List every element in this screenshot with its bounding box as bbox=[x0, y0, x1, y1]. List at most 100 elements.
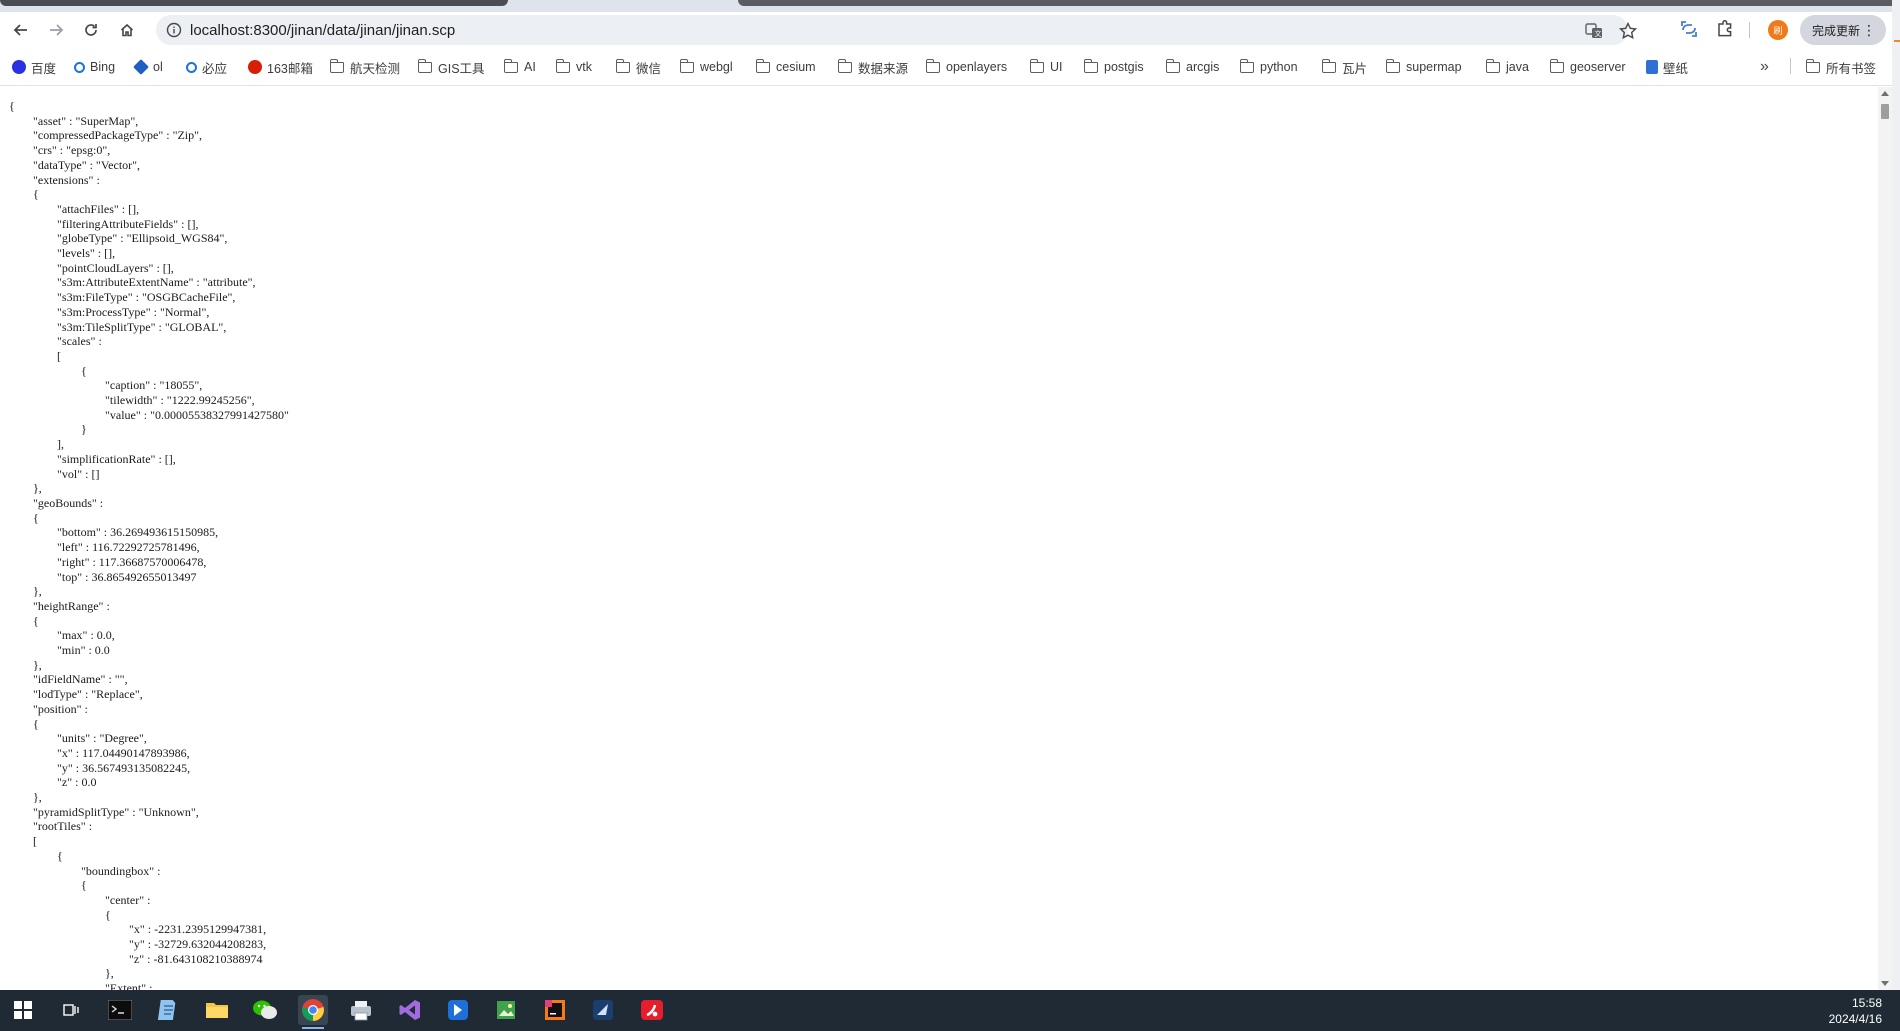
baidu-icon bbox=[12, 60, 26, 74]
search-icon bbox=[186, 61, 197, 73]
browser-toolbar: localhost:8300/jinan/data/jinan/jinan.sc… bbox=[0, 12, 1900, 46]
bookmarks-bar: » 所有书签 百度 Bing ol 必应 163邮箱 航天检测 GIS工具 AI vtk 微信 we… bbox=[0, 46, 1900, 86]
bookmark-item[interactable]: arcgis bbox=[1165, 58, 1220, 76]
taskbar-app-dark[interactable] bbox=[588, 995, 618, 1025]
translate-icon[interactable]: 文 bbox=[1584, 21, 1604, 41]
bookmark-item[interactable]: webgl bbox=[679, 58, 733, 76]
forward-button[interactable] bbox=[43, 17, 69, 43]
arrow-app-icon bbox=[593, 1000, 613, 1020]
bookmark-label: openlayers bbox=[946, 60, 1008, 74]
bookmark-item[interactable]: UI bbox=[1029, 58, 1063, 76]
bookmark-label: AI bbox=[524, 60, 536, 74]
profile-avatar[interactable]: 刷 bbox=[1768, 20, 1788, 40]
image-editor-icon bbox=[497, 1001, 515, 1019]
bookmark-item[interactable]: postgis bbox=[1083, 58, 1144, 76]
bookmark-item[interactable]: supermap bbox=[1385, 58, 1462, 76]
bookmark-item[interactable]: vtk bbox=[555, 58, 592, 76]
uu-icon bbox=[1646, 60, 1658, 74]
toolbar-divider bbox=[1749, 22, 1750, 38]
bookmark-item[interactable]: Bing bbox=[74, 58, 115, 76]
bookmark-item[interactable]: java bbox=[1485, 58, 1529, 76]
active-indicator bbox=[302, 1027, 324, 1029]
bookmarks-overflow-button[interactable]: » bbox=[1760, 58, 1769, 76]
taskbar-chrome[interactable] bbox=[298, 995, 328, 1029]
reload-button[interactable] bbox=[78, 17, 104, 43]
taskbar-image-editor[interactable] bbox=[491, 995, 521, 1025]
clock-time: 15:58 bbox=[1851, 996, 1882, 1010]
taskbar-app-blue[interactable] bbox=[443, 995, 473, 1025]
star-icon[interactable] bbox=[1618, 21, 1638, 41]
scroll-down-arrow-icon[interactable] bbox=[1881, 981, 1889, 986]
task-view-button[interactable] bbox=[56, 995, 86, 1025]
bookmark-item[interactable]: 壁纸 bbox=[1646, 58, 1688, 76]
folder-icon bbox=[1549, 58, 1564, 73]
search-icon bbox=[74, 61, 85, 73]
taskbar-jetbrains[interactable] bbox=[540, 995, 570, 1025]
bookmark-item[interactable]: AI bbox=[503, 58, 536, 76]
bookmark-item[interactable]: ol bbox=[133, 58, 163, 76]
printer-icon bbox=[351, 1001, 371, 1021]
address-bar[interactable]: localhost:8300/jinan/data/jinan/jinan.sc… bbox=[156, 15, 1638, 45]
bookmark-label: java bbox=[1506, 60, 1529, 74]
tab-active[interactable] bbox=[0, 0, 508, 6]
all-bookmarks-button[interactable]: 所有书签 bbox=[1805, 58, 1877, 76]
info-icon[interactable] bbox=[166, 22, 182, 38]
folder-icon bbox=[417, 58, 432, 73]
taskbar-printer-app[interactable] bbox=[346, 995, 376, 1025]
update-button-label: 完成更新 bbox=[1812, 23, 1861, 38]
bookmark-item[interactable]: python bbox=[1239, 58, 1298, 76]
tab-other[interactable] bbox=[738, 0, 1900, 6]
bookmark-item[interactable]: 数据来源 bbox=[837, 58, 909, 76]
taskbar-visual-studio[interactable] bbox=[395, 995, 425, 1025]
bookmark-item[interactable]: GIS工具 bbox=[417, 58, 485, 76]
folder-icon bbox=[329, 58, 344, 73]
profile-initial: 刷 bbox=[1773, 25, 1783, 36]
side-panel-edge bbox=[1892, 0, 1900, 990]
taskbar-app-red[interactable] bbox=[637, 995, 667, 1025]
folder-icon bbox=[837, 58, 852, 73]
bookmark-label: vtk bbox=[576, 60, 592, 74]
bookmark-label: GIS工具 bbox=[438, 61, 485, 76]
system-clock[interactable]: 15:58 2024/4/16 bbox=[1829, 995, 1882, 1027]
bookmark-item[interactable]: cesium bbox=[755, 58, 816, 76]
bookmark-item[interactable]: 航天检测 bbox=[329, 58, 400, 76]
vertical-scrollbar[interactable] bbox=[1878, 87, 1892, 990]
folder-icon bbox=[1083, 58, 1098, 73]
bookmark-item[interactable]: 163邮箱 bbox=[248, 58, 313, 76]
bookmark-item[interactable]: 必应 bbox=[186, 58, 227, 76]
bookmarks-divider bbox=[1790, 58, 1791, 74]
bookmark-item[interactable]: openlayers bbox=[925, 58, 1008, 76]
taskbar-notepad[interactable] bbox=[153, 995, 183, 1025]
task-view-icon bbox=[63, 1004, 79, 1016]
jetbrains-icon bbox=[545, 1000, 565, 1020]
bookmark-label: 数据来源 bbox=[858, 61, 909, 76]
scrollbar-thumb[interactable] bbox=[1881, 104, 1889, 119]
bookmark-label: webgl bbox=[700, 60, 733, 74]
update-button[interactable]: 完成更新 ⋮ bbox=[1800, 15, 1886, 45]
more-vert-icon: ⋮ bbox=[1862, 22, 1876, 38]
screen-capture-icon[interactable] bbox=[1678, 18, 1700, 40]
wechat-icon bbox=[253, 1000, 277, 1019]
bookmark-item[interactable]: 瓦片 bbox=[1321, 58, 1367, 76]
bookmark-label: arcgis bbox=[1186, 60, 1220, 74]
scroll-up-arrow-icon[interactable] bbox=[1881, 91, 1889, 96]
back-button[interactable] bbox=[8, 17, 34, 43]
extensions-icon[interactable] bbox=[1714, 18, 1736, 40]
bookmark-label: ol bbox=[153, 60, 163, 74]
url-text[interactable]: localhost:8300/jinan/data/jinan/jinan.sc… bbox=[190, 22, 455, 39]
taskbar-wechat[interactable] bbox=[250, 995, 280, 1025]
bookmark-item[interactable]: 微信 bbox=[615, 58, 661, 76]
bookmark-item[interactable]: 百度 bbox=[12, 58, 56, 76]
taskbar-terminal[interactable] bbox=[105, 995, 135, 1025]
folder-icon bbox=[555, 58, 570, 73]
taskbar-file-explorer[interactable] bbox=[202, 995, 232, 1025]
all-bookmarks-label: 所有书签 bbox=[1826, 61, 1877, 76]
home-button[interactable] bbox=[114, 17, 140, 43]
start-button[interactable] bbox=[8, 995, 38, 1025]
bookmark-item[interactable]: geoserver bbox=[1549, 58, 1626, 76]
side-panel-indicator bbox=[1894, 40, 1900, 42]
visual-studio-icon bbox=[399, 1000, 420, 1020]
folder-icon bbox=[679, 58, 694, 73]
reload-icon bbox=[85, 24, 97, 36]
folder-icon bbox=[755, 58, 770, 73]
